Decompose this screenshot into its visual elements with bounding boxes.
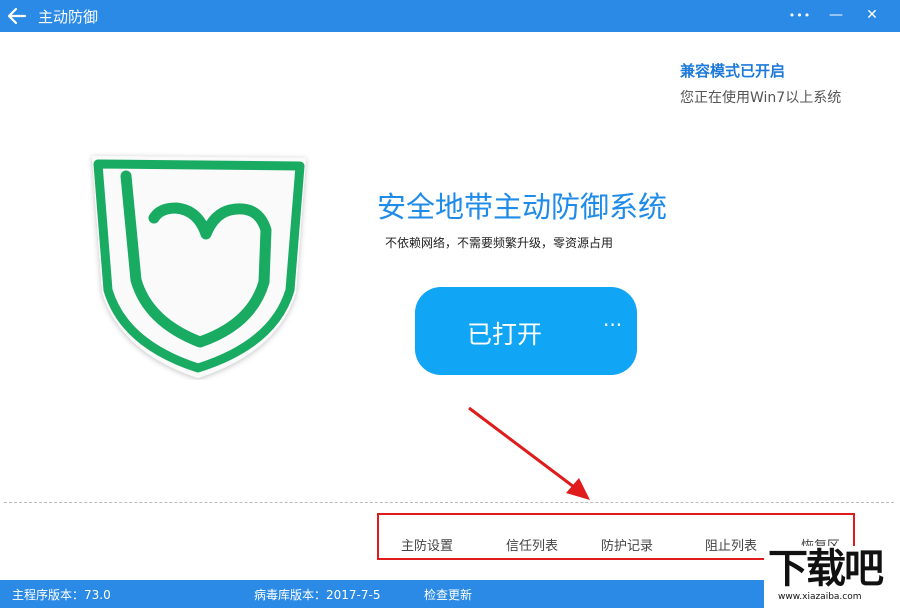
- watermark-logo: 下载吧: [768, 546, 884, 592]
- watermark-url: www.xiazaiba.com: [778, 592, 862, 602]
- toggle-more-icon[interactable]: ···: [603, 313, 622, 337]
- main-description: 不依赖网络，不需要频繁升级，零资源占用: [385, 236, 614, 250]
- nav-item-trust-list[interactable]: 信任列表: [506, 535, 558, 554]
- main-version-text: 主程序版本：73.0: [12, 588, 111, 602]
- main-heading: 安全地带主动防御系统: [377, 190, 668, 224]
- watermark: 下载吧 www.xiazaiba.com: [764, 546, 900, 608]
- check-update-link[interactable]: 检查更新: [424, 586, 472, 603]
- window-title: 主动防御: [38, 8, 99, 26]
- more-options-button[interactable]: •••: [786, 2, 814, 28]
- nav-item-main-settings[interactable]: 主防设置: [401, 535, 453, 554]
- close-button[interactable]: ✕: [858, 2, 886, 28]
- shield-logo-icon: [92, 156, 306, 378]
- toggle-label: 已打开: [467, 320, 543, 349]
- nav-item-protection-log[interactable]: 防护记录: [601, 535, 653, 554]
- compat-mode-subtitle: 您正在使用Win7以上系统: [680, 90, 842, 106]
- virus-db-version-text: 病毒库版本：2017-7-5: [254, 588, 381, 602]
- nav-item-block-list[interactable]: 阻止列表: [705, 535, 757, 554]
- compat-mode-title: 兼容模式已开启: [680, 62, 786, 80]
- protection-toggle-button[interactable]: 已打开 ···: [415, 287, 637, 375]
- back-arrow-icon: [7, 7, 27, 25]
- minimize-button[interactable]: —: [822, 2, 850, 28]
- back-button[interactable]: [4, 3, 30, 29]
- section-divider: [4, 502, 894, 503]
- shield-logo: [88, 152, 310, 380]
- title-bar: 主动防御 ••• — ✕: [0, 0, 900, 32]
